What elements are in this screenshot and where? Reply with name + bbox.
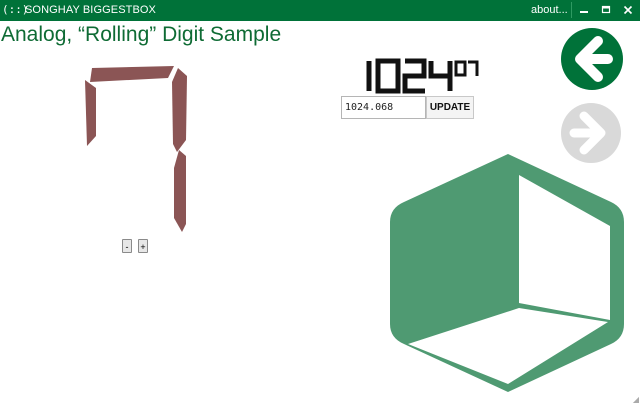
about-link[interactable]: about... bbox=[531, 4, 568, 16]
page-title: Analog, “Rolling” Digit Sample bbox=[1, 23, 282, 46]
cube-logo-icon bbox=[390, 154, 624, 392]
titlebar-divider bbox=[571, 2, 572, 18]
maximize-button[interactable] bbox=[595, 0, 617, 21]
maximize-icon bbox=[601, 5, 611, 14]
lcd-main-digits bbox=[366, 58, 453, 94]
resize-grip-icon[interactable]: ◢ bbox=[633, 395, 639, 404]
segment-upper-right bbox=[172, 68, 187, 152]
counter-value-input[interactable] bbox=[341, 96, 426, 119]
segment-lower-right bbox=[174, 150, 186, 232]
increment-button[interactable]: + bbox=[138, 239, 148, 253]
window-title: SONGHAY BIGGESTBOX bbox=[25, 4, 156, 16]
seven-segment-digit bbox=[85, 66, 187, 232]
close-button[interactable] bbox=[617, 0, 639, 21]
segment-upper-left bbox=[85, 80, 96, 146]
update-button[interactable]: UPDATE bbox=[426, 96, 474, 119]
close-icon bbox=[623, 5, 633, 15]
title-bar: (::) SONGHAY BIGGESTBOX about... bbox=[0, 0, 640, 21]
minimize-button[interactable] bbox=[573, 0, 595, 21]
back-button[interactable] bbox=[560, 27, 624, 91]
minimize-icon bbox=[580, 11, 588, 13]
lcd-counter-display bbox=[366, 58, 479, 94]
decrement-button[interactable]: - bbox=[122, 239, 132, 253]
segment-top bbox=[90, 66, 174, 82]
lcd-fraction-digits bbox=[454, 60, 479, 77]
